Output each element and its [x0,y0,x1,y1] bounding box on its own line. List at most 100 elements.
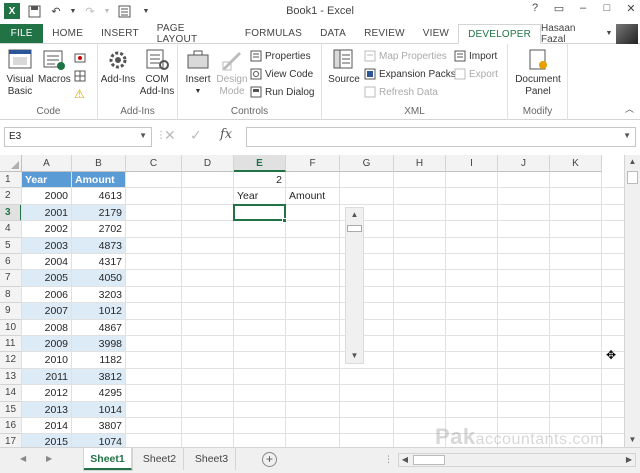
form-scroll-down-icon[interactable]: ▼ [346,349,363,363]
row-header-15[interactable]: 15 [0,401,22,418]
insert-control-button[interactable]: Insert ▼ [180,48,216,98]
table-cell-amount[interactable]: 4295 [72,385,125,400]
save-icon[interactable] [26,3,42,19]
row-header-13[interactable]: 13 [0,368,22,386]
table-cell-amount[interactable]: 4317 [72,254,125,269]
tab-developer[interactable]: DEVELOPER [458,24,542,44]
insert-function-icon[interactable]: fx [220,127,232,142]
scroll-right-icon[interactable]: ▶ [623,454,635,466]
table-cell-year[interactable]: 2008 [22,320,71,335]
row-header-10[interactable]: 10 [0,319,22,336]
row-header-16[interactable]: 16 [0,418,22,435]
customize-qat-icon[interactable]: ▼ [138,3,154,19]
table-cell-amount[interactable]: 3807 [72,418,125,433]
import-button[interactable]: Import [454,48,497,64]
column-header-f[interactable]: F [286,155,340,172]
form-scroll-thumb[interactable] [347,225,362,232]
row-header-11[interactable]: 11 [0,336,22,353]
row-header-17[interactable]: 17 [0,434,22,447]
table-cell-year[interactable]: 2009 [22,336,71,352]
table-cell-amount[interactable]: 2179 [72,204,125,221]
table-header-amount[interactable]: Amount [72,172,125,188]
fill-handle[interactable] [282,218,287,224]
table-cell-amount[interactable]: 1182 [72,352,125,367]
redo-icon[interactable]: ↷ [82,3,98,19]
column-header-i[interactable]: I [446,155,498,172]
cell-e2[interactable]: Year [234,188,285,203]
column-header-c[interactable]: C [126,155,182,172]
active-cell-e3[interactable] [233,203,286,222]
table-cell-amount[interactable]: 1074 [72,434,125,447]
row-header-1[interactable]: 1 [0,172,22,189]
worksheet-grid[interactable]: ABCDEFGHIJK 1 2 3 4 5 6 7 8 9 10 11 12 13 14 15 16 17 Ye… [0,155,624,447]
sheet-tab-3[interactable]: Sheet3 [188,448,236,470]
table-cell-year[interactable]: 2004 [22,254,71,269]
table-cell-year[interactable]: 2011 [22,368,71,385]
table-cell-amount[interactable]: 3812 [72,368,125,385]
cell-f2[interactable]: Amount [286,188,339,203]
row-header-5[interactable]: 5 [0,237,22,254]
tab-view[interactable]: VIEW [414,24,458,43]
record-macro-button[interactable] [74,50,86,66]
table-cell-amount[interactable]: 3203 [72,287,125,302]
row-header-8[interactable]: 8 [0,286,22,304]
macros-button[interactable]: Macros [38,48,71,86]
column-header-d[interactable]: D [182,155,234,172]
column-header-k[interactable]: K [550,155,602,172]
document-panel-button[interactable]: Document Panel [510,48,566,98]
scroll-left-icon[interactable]: ◀ [399,454,411,466]
horizontal-scroll-thumb[interactable] [413,455,445,465]
user-account[interactable]: Hasaan Fazal ▼ [541,23,640,45]
formula-input[interactable]: ▼ [246,127,636,147]
row-header-6[interactable]: 6 [0,254,22,271]
help-icon[interactable]: ? [528,2,542,15]
table-cell-year[interactable]: 2005 [22,270,71,286]
table-cell-amount[interactable]: 4873 [72,237,125,253]
properties-button[interactable]: Properties [250,48,311,64]
expansion-packs-button[interactable]: Expansion Packs [364,66,456,82]
undo-icon[interactable]: ↶ [48,3,64,19]
undo-dropdown-icon[interactable]: ▼ [70,3,77,19]
row-header-9[interactable]: 9 [0,303,22,320]
tab-file[interactable]: FILE [0,24,44,43]
column-header-h[interactable]: H [394,155,446,172]
table-cell-year[interactable]: 2012 [22,385,71,400]
scroll-down-icon[interactable]: ▼ [625,433,640,447]
table-cell-year[interactable]: 2007 [22,303,71,319]
row-header-2[interactable]: 2 [0,188,22,205]
table-cell-year[interactable]: 2014 [22,418,71,433]
prev-sheet-icon[interactable]: ◀ [20,454,26,463]
table-cell-year[interactable]: 2003 [22,237,71,253]
collapse-ribbon-icon[interactable]: ︿ [625,102,634,115]
row-header-7[interactable]: 7 [0,270,22,287]
row-header-4[interactable]: 4 [0,221,22,238]
vertical-scrollbar[interactable]: ▲ ▼ [624,155,640,447]
tab-home[interactable]: HOME [43,24,92,43]
view-code-button[interactable]: View Code [250,66,313,82]
form-scrollbar-control[interactable]: ▲ ▼ [345,207,364,364]
table-cell-amount[interactable]: 4613 [72,188,125,203]
run-dialog-button[interactable]: Run Dialog [250,84,314,100]
table-cell-year[interactable]: 2013 [22,401,71,417]
form-icon[interactable] [116,3,132,19]
redo-dropdown-icon[interactable]: ▼ [104,3,111,19]
tab-formulas[interactable]: FORMULAS [236,24,311,43]
table-cell-amount[interactable]: 4867 [72,320,125,335]
vertical-scroll-thumb[interactable] [627,171,638,184]
table-cell-amount[interactable]: 3998 [72,336,125,352]
row-header-12[interactable]: 12 [0,352,22,369]
tab-review[interactable]: REVIEW [355,24,414,43]
table-cell-year[interactable]: 2015 [22,434,71,447]
new-sheet-button[interactable]: + [262,452,277,467]
enter-icon[interactable]: ✓ [190,127,202,144]
visual-basic-button[interactable]: Visual Basic [4,48,36,98]
table-cell-amount[interactable]: 1014 [72,401,125,417]
tab-split-handle[interactable]: ⋮ [384,454,393,465]
minimize-icon[interactable]: – [576,2,590,15]
scroll-up-icon[interactable]: ▲ [625,155,640,169]
sheet-tab-2[interactable]: Sheet2 [136,448,184,470]
refresh-data-button[interactable]: Refresh Data [364,84,438,100]
form-scroll-up-icon[interactable]: ▲ [346,208,363,222]
com-addins-button[interactable]: COM Add-Ins [138,48,176,98]
horizontal-scrollbar[interactable]: ◀ ▶ [398,453,636,467]
